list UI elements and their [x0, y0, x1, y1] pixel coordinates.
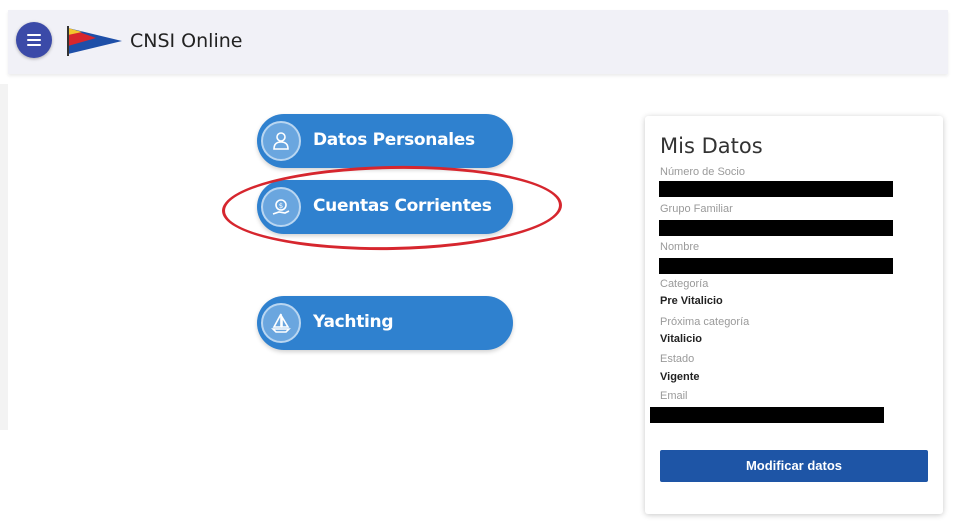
hamburger-menu-button[interactable]: [16, 22, 52, 58]
yachting-button[interactable]: Yachting: [257, 296, 513, 350]
grupo-familiar-label: Grupo Familiar: [660, 203, 733, 215]
club-burgee-logo: [67, 26, 122, 56]
proxima-categoria-value: Vitalicio: [660, 333, 702, 345]
grupo-familiar-redacted: [659, 220, 893, 236]
yachting-label: Yachting: [313, 312, 394, 332]
numero-socio-label: Número de Socio: [660, 166, 745, 178]
estado-value: Vigente: [660, 371, 700, 383]
datos-personales-label: Datos Personales: [313, 130, 475, 150]
person-icon: [261, 121, 301, 161]
datos-personales-button[interactable]: Datos Personales: [257, 114, 513, 168]
top-app-bar: CNSI Online: [8, 10, 948, 74]
categoria-value: Pre Vitalicio: [660, 295, 723, 307]
card-title: Mis Datos: [660, 134, 763, 158]
mis-datos-card: Mis Datos Número de Socio Grupo Familiar…: [645, 116, 943, 514]
sailboat-icon: [261, 303, 301, 343]
modificar-datos-button[interactable]: Modificar datos: [660, 450, 928, 482]
left-edge-strip: [0, 84, 8, 430]
menu-icon-line: [27, 44, 41, 46]
app-title: CNSI Online: [130, 30, 243, 52]
proxima-categoria-label: Próxima categoría: [660, 316, 750, 328]
email-redacted: [650, 407, 884, 423]
categoria-label: Categoría: [660, 278, 709, 290]
menu-icon-line: [27, 39, 41, 41]
red-highlight-ellipse: [221, 163, 563, 253]
numero-socio-redacted: [659, 181, 893, 197]
estado-label: Estado: [660, 353, 695, 365]
nombre-redacted: [659, 258, 893, 274]
menu-icon-line: [27, 34, 41, 36]
email-label: Email: [660, 390, 688, 402]
nombre-label: Nombre: [660, 241, 700, 253]
